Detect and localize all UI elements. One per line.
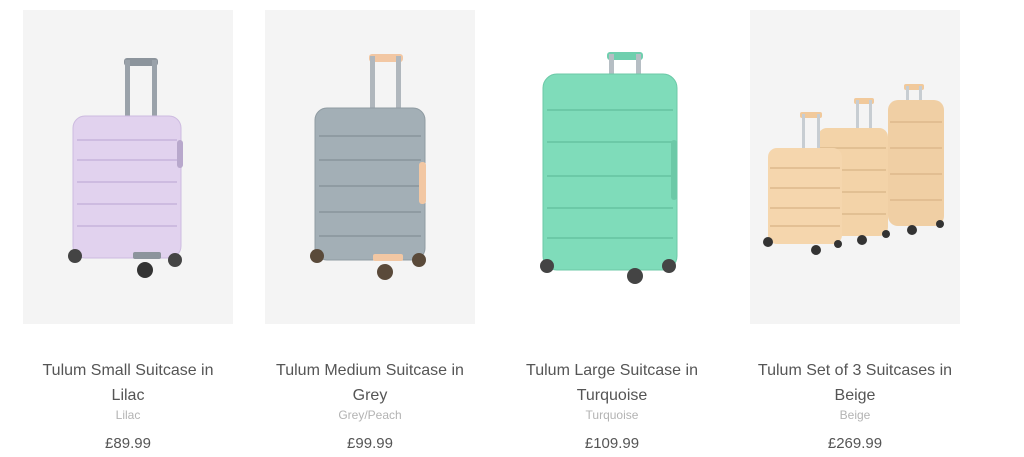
- product-image-turquoise-suitcase[interactable]: [507, 10, 717, 324]
- product-color: Lilac: [115, 408, 141, 422]
- product-grid: Tulum Small Suitcase in Lilac Lilac £89.…: [0, 0, 1024, 457]
- product-color: Grey/Peach: [338, 408, 402, 422]
- product-title[interactable]: Tulum Small Suitcase in Lilac: [23, 358, 233, 408]
- product-card[interactable]: Tulum Set of 3 Suitcases in Beige Beige …: [750, 10, 960, 454]
- product-image-grey-suitcase[interactable]: [265, 10, 475, 324]
- product-card[interactable]: Tulum Small Suitcase in Lilac Lilac £89.…: [23, 10, 233, 454]
- product-color: Beige: [839, 408, 871, 422]
- product-title[interactable]: Tulum Medium Suitcase in Grey: [265, 358, 475, 408]
- product-title[interactable]: Tulum Set of 3 Suitcases in Beige: [750, 358, 960, 408]
- product-card[interactable]: Tulum Large Suitcase in Turquoise Turquo…: [507, 10, 717, 454]
- product-price: £89.99: [105, 435, 151, 452]
- product-price: £269.99: [827, 435, 883, 452]
- product-title[interactable]: Tulum Large Suitcase in Turquoise: [507, 358, 717, 408]
- product-card[interactable]: Tulum Medium Suitcase in Grey Grey/Peach…: [265, 10, 475, 454]
- product-image-lilac-suitcase[interactable]: [23, 10, 233, 324]
- product-price: £99.99: [347, 435, 393, 452]
- product-color: Turquoise: [585, 408, 639, 422]
- product-price: £109.99: [584, 435, 640, 452]
- product-image-beige-suitcase-set[interactable]: [750, 10, 960, 324]
